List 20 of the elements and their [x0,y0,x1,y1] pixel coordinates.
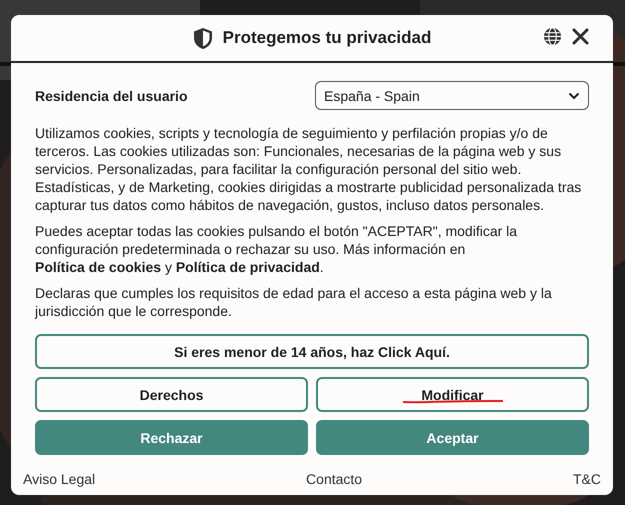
policy-link[interactable]: Política de privacidad [176,259,320,275]
footer-link[interactable]: T&C [573,471,601,487]
footer-link[interactable]: Aviso Legal [23,471,96,487]
minor-age-button[interactable]: Si eres menor de 14 años, haz Click Aquí. [35,334,589,369]
action-button[interactable]: Aceptar [316,420,589,455]
footer-link[interactable]: Contacto [306,471,362,487]
residence-label: Residencia del usuario [35,88,188,104]
residence-select[interactable]: España - Spain [315,81,589,110]
info-paragraph: Declaras que cumples los requisitos de edad para el acceso a esta página web y la jurisdicción que le corresponde. [35,284,553,320]
chevron-down-icon [568,92,580,100]
option-button[interactable]: Modificar [316,377,589,412]
close-icon[interactable] [572,28,589,45]
action-button[interactable]: Rechazar [35,420,308,455]
shield-icon [192,26,213,50]
option-button[interactable]: Derechos [35,377,308,412]
info-paragraph: Utilizamos cookies, scripts y tecnología de seguimiento y perfilación propias y/o de terceros. Las cookies utilizadas son: Funcionales, necesarias de la página web y sus servicios. Personalizadas, para facilitar la configuración personal del sitio web. Estadísticas, y de Marketing, cookies dirigidas a mostrarte publicidad personalizada tras capturar tus datos como hábitos de navegación, gustos, incluso datos personales. [35,124,582,214]
globe-icon[interactable] [543,27,562,46]
policy-link[interactable]: Política de cookies [35,259,162,275]
dialog-title: Protegemos tu privacidad [222,28,432,48]
info-paragraph: Puedes aceptar todas las cookies pulsando el botón "ACEPTAR", modificar la configuración predeterminada o rechazar su uso. Más información en Política de cookies y Política de privacidad. [35,222,518,276]
